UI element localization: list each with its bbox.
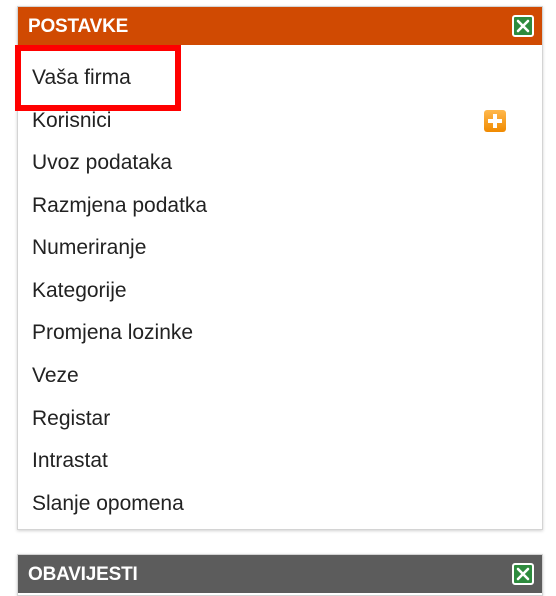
settings-panel-header: POSTAVKE xyxy=(18,7,542,45)
menu-item-slanje-opomena[interactable]: Slanje opomena xyxy=(32,491,184,517)
menu-item-vasa-firma[interactable]: Vaša firma xyxy=(32,65,131,91)
news-close-button[interactable] xyxy=(512,563,534,585)
menu-item-numeriranje[interactable]: Numeriranje xyxy=(32,235,146,261)
menu-item-razmjena-podatka[interactable]: Razmjena podatka xyxy=(32,193,207,219)
settings-close-button[interactable] xyxy=(512,15,534,37)
news-panel-title: OBAVIJESTI xyxy=(28,564,138,585)
news-panel: OBAVIJESTI xyxy=(17,554,543,596)
menu-item-promjena-lozinke[interactable]: Promjena lozinke xyxy=(32,320,193,346)
menu-item-intrastat[interactable]: Intrastat xyxy=(32,448,108,474)
news-panel-header: OBAVIJESTI xyxy=(18,555,542,593)
menu-item-kategorije[interactable]: Kategorije xyxy=(32,278,127,304)
add-user-button[interactable] xyxy=(484,110,506,132)
menu-item-korisnici[interactable]: Korisnici xyxy=(32,108,111,134)
close-icon xyxy=(516,19,530,33)
close-icon xyxy=(516,567,530,581)
menu-item-veze[interactable]: Veze xyxy=(32,363,79,389)
settings-panel-title: POSTAVKE xyxy=(28,16,129,37)
menu-item-uvoz-podataka[interactable]: Uvoz podataka xyxy=(32,150,172,176)
menu-item-registar[interactable]: Registar xyxy=(32,406,110,432)
